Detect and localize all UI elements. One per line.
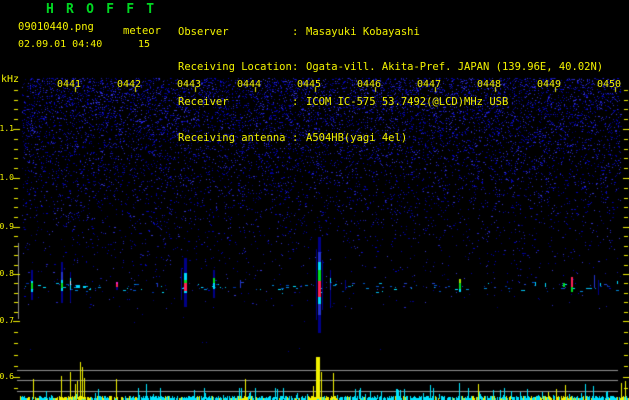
hrofft-window: H R O F F T 09010440.png meteor 02.09.01… [0,0,629,400]
info-row-antenna: Receiving antenna: A504HB(yagi 4el) [178,131,603,145]
x-tick-label: 0445 [297,79,322,90]
info-row-receiver: Receiver: ICOM IC-575 53.7492(@LCD)MHz US… [178,97,603,109]
info-value: ICOM IC-575 53.7492(@LCD)MHz USB [306,96,509,109]
y-axis-unit-label: kHz [1,74,20,85]
info-separator: : [292,131,299,144]
info-separator: : [292,25,299,38]
y-tick-label: 0.8 [0,269,14,278]
info-separator: : [292,60,299,73]
x-tick-label: 0446 [357,79,382,90]
x-tick-label: 0447 [417,79,442,90]
x-tick-label: 0444 [237,79,262,90]
info-separator: : [292,96,299,109]
observation-datetime: 02.09.01 04:40 [18,39,103,50]
y-tick-label: 1.0 [0,173,14,182]
app-title: H R O F F T [46,2,157,17]
x-tick-label: 0442 [117,79,142,90]
x-tick-label: 0449 [537,79,562,90]
x-tick-label: 0441 [57,79,82,90]
info-label: Observer [178,25,229,38]
info-value: Ogata-vill. Akita-Pref. JAPAN (139.96E, … [306,60,604,73]
y-tick-label: 0.7 [0,316,14,325]
info-label: Receiver [178,96,229,109]
mode-label: meteor [123,25,161,37]
info-value: Masayuki Kobayashi [306,25,420,38]
y-tick-label: 0.6 [0,372,14,381]
x-tick-label: 0448 [477,79,502,90]
echo-count: 15 [138,39,151,50]
info-row-observer: Observer: Masayuki Kobayashi [178,25,603,39]
x-tick-label: 0450 [597,79,622,90]
y-tick-label: 1.1 [0,124,14,133]
y-tick-label: 0.9 [0,222,14,231]
info-label: Receiving antenna [178,131,286,144]
info-label: Receiving Location [178,60,292,73]
info-value: A504HB(yagi 4el) [306,131,408,144]
info-row-location: Receiving Location: Ogata-vill. Akita-Pre… [178,60,604,74]
x-tick-label: 0443 [177,79,202,90]
output-filename: 09010440.png [18,21,94,33]
